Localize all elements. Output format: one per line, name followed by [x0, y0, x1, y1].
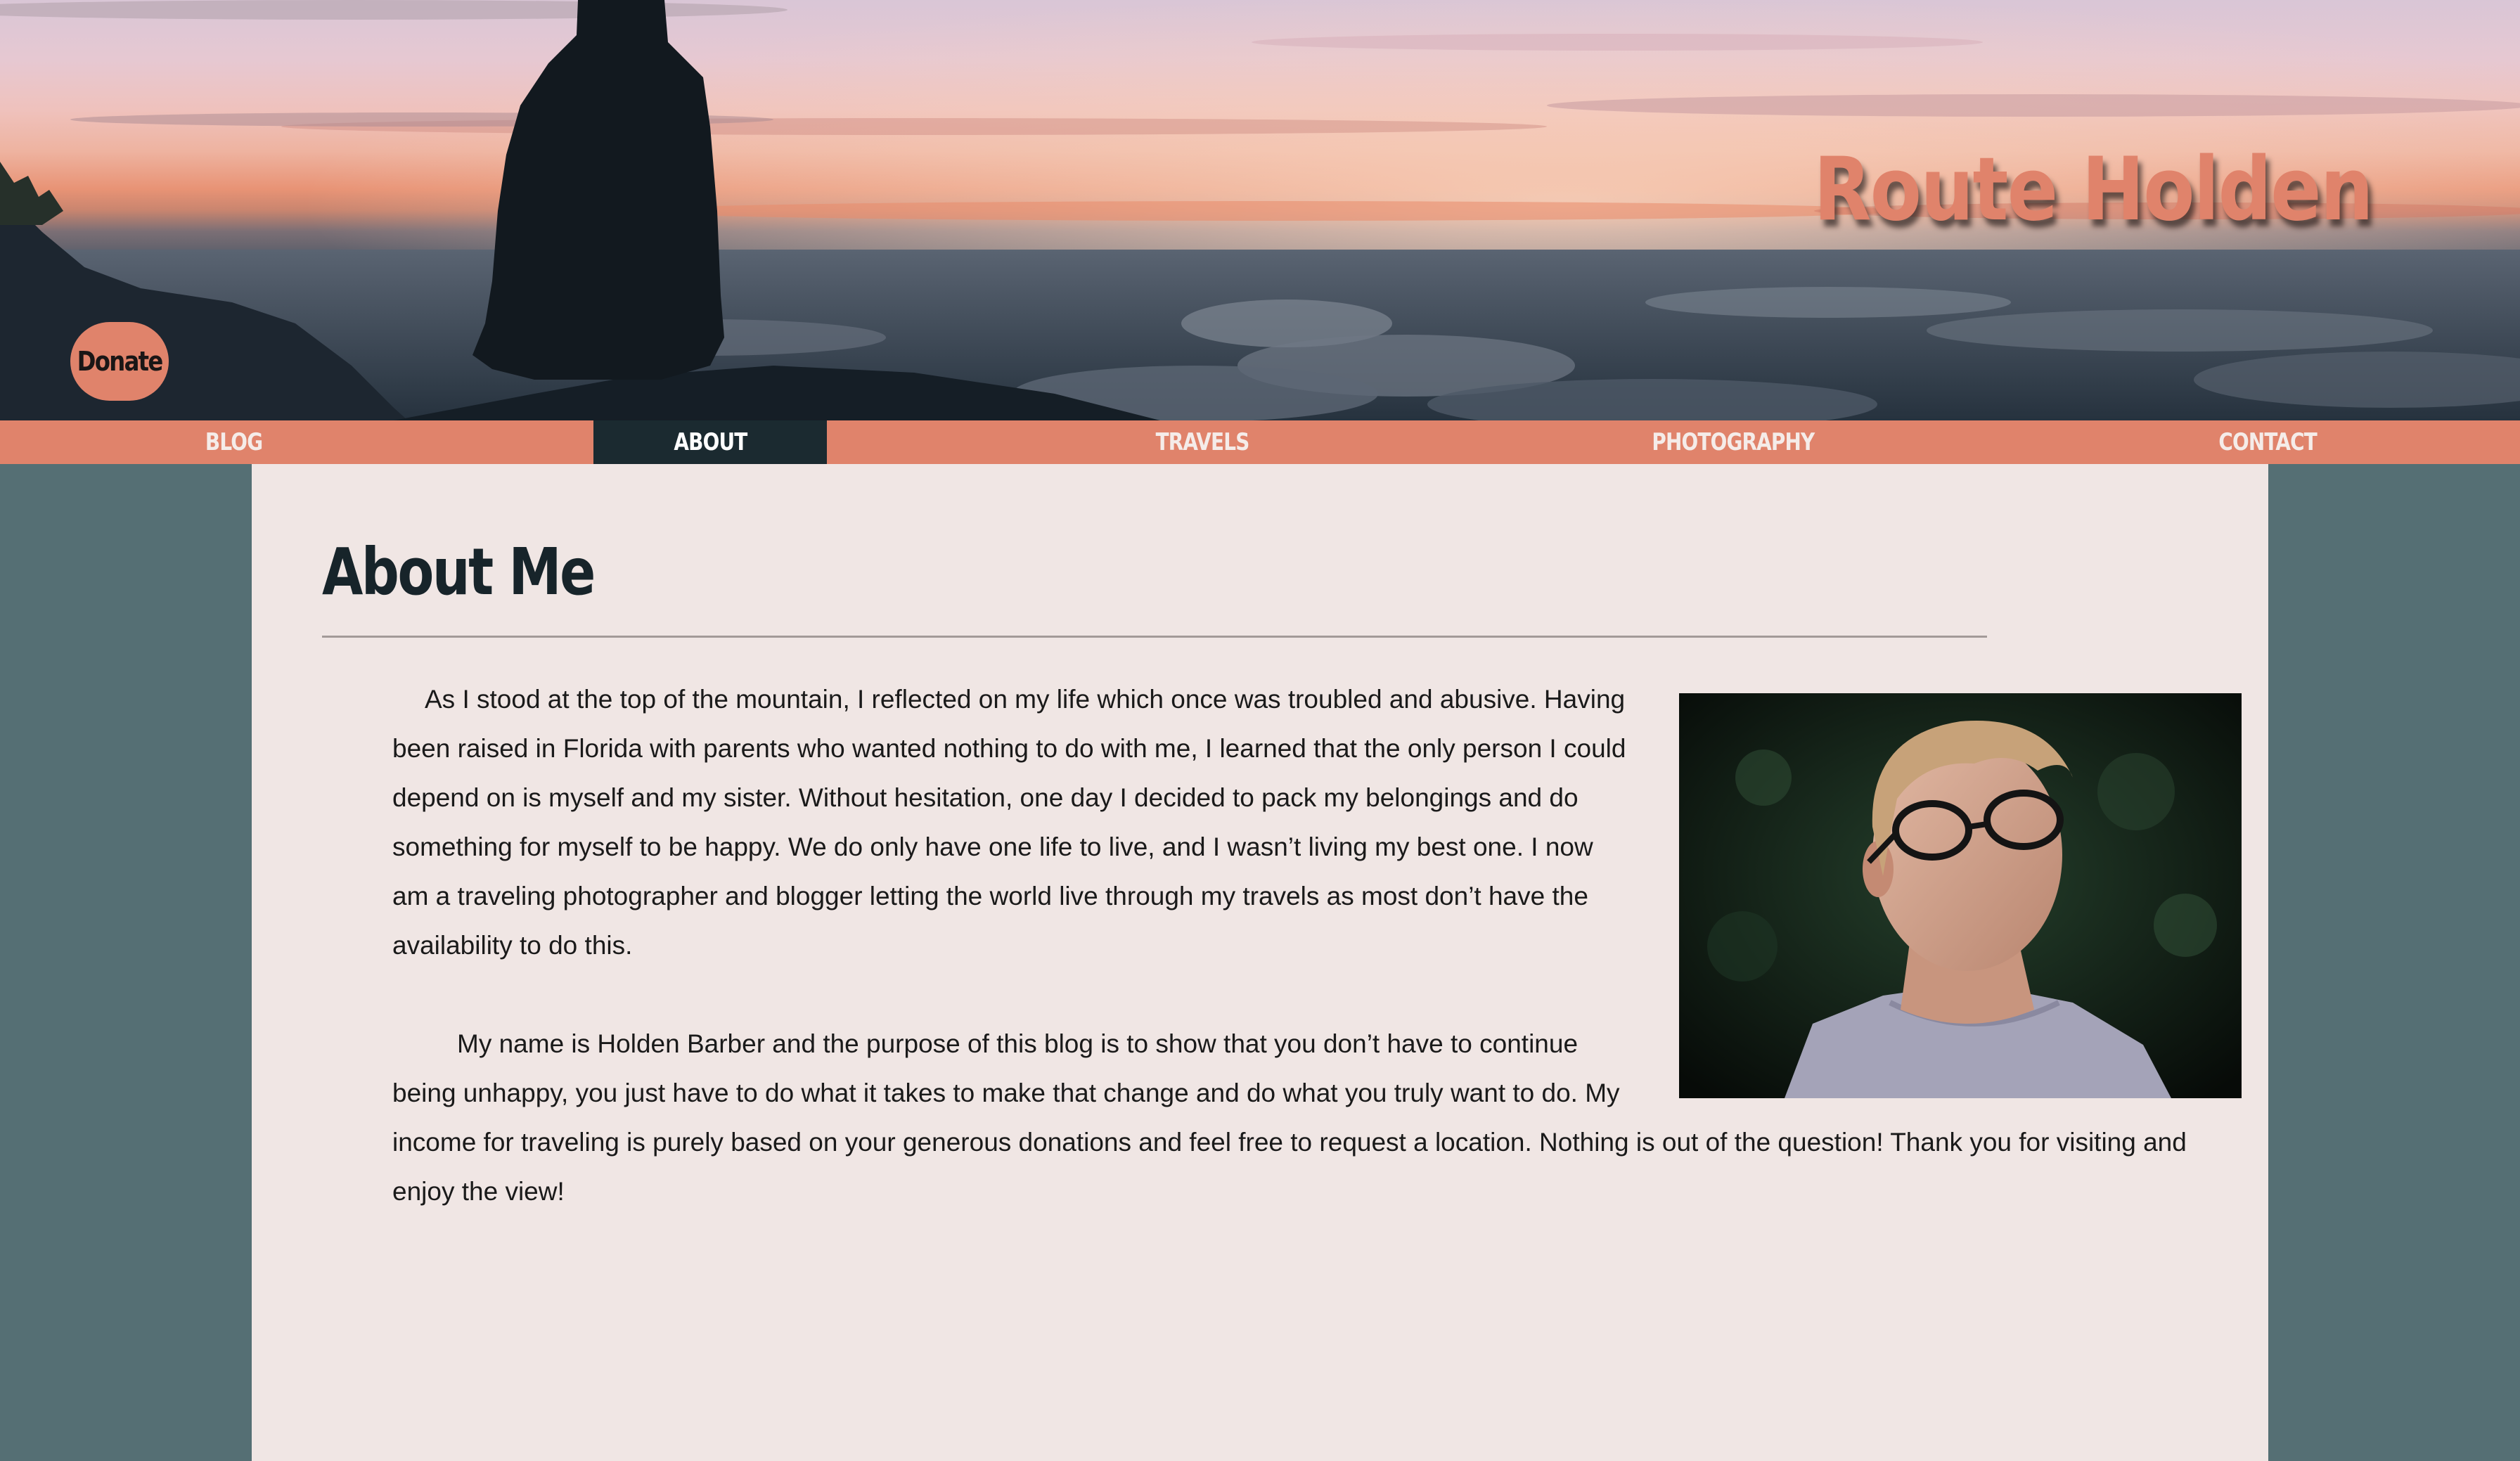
- about-content: As I stood at the top of the mountain, I…: [392, 675, 2242, 1216]
- hero-banner: Route Holden Donate: [0, 0, 2520, 420]
- nav-item-label: PHOTOGRAPHY: [1652, 428, 1815, 456]
- donate-button-label: Donate: [77, 346, 164, 377]
- portrait-image: [1679, 693, 2242, 1098]
- page-title: About Me: [322, 534, 596, 610]
- site-title[interactable]: Route Holden: [1813, 146, 2373, 233]
- donate-button[interactable]: Donate: [70, 322, 169, 401]
- nav-item-travels[interactable]: TRAVELS: [1012, 420, 1392, 464]
- nav-item-contact[interactable]: CONTACT: [2095, 420, 2440, 464]
- nav-item-label: BLOG: [205, 428, 263, 456]
- nav-item-label: CONTACT: [2218, 428, 2317, 456]
- nav-item-about[interactable]: ABOUT: [593, 420, 827, 464]
- nav-item-label: TRAVELS: [1155, 428, 1250, 456]
- about-card: About Me As I stood at the top of the mo…: [252, 464, 2268, 1461]
- nav-item-photography[interactable]: PHOTOGRAPHY: [1547, 420, 1920, 464]
- nav-item-blog[interactable]: BLOG: [0, 420, 468, 464]
- nav-item-label: ABOUT: [673, 428, 747, 456]
- title-divider: [322, 636, 1987, 638]
- main-navigation: BLOG ABOUT TRAVELS PHOTOGRAPHY CONTACT: [0, 420, 2520, 464]
